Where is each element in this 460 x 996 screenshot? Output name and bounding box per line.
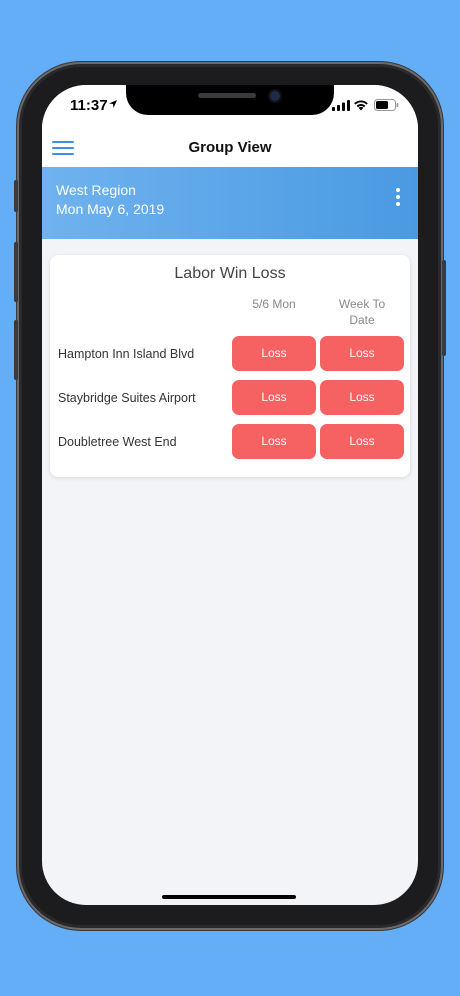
hotel-name: Staybridge Suites Airport [58,391,196,405]
day-result-button[interactable]: Loss [232,336,316,371]
region-date: Mon May 6, 2019 [56,201,165,217]
front-camera [270,91,280,101]
page-title: Group View [188,139,272,156]
speaker-grille [198,93,256,98]
week-result-button[interactable]: Loss [320,424,404,459]
battery-icon [374,99,399,111]
more-vertical-icon[interactable] [388,185,408,209]
status-time: 11:37 [70,97,108,114]
labor-win-loss-card: Labor Win Loss 5/6 Mon Week To Date Hamp… [50,255,410,477]
card-title: Labor Win Loss [174,265,286,282]
phone-screen: 11:37 Group View West Region Mon May 6, … [42,85,418,905]
volume-up-button [14,242,18,302]
mute-switch [14,180,18,212]
column-header-day: 5/6 Mon [252,297,296,311]
home-indicator[interactable] [162,895,296,899]
signal-icon [332,100,350,111]
day-result-button[interactable]: Loss [232,424,316,459]
hotel-name: Hampton Inn Island Blvd [58,347,195,361]
column-header-week: Week To Date [338,297,386,327]
status-bar: 11:37 [42,85,418,129]
hotel-name: Doubletree West End [58,435,177,449]
power-button [442,260,446,356]
week-result-button[interactable]: Loss [320,380,404,415]
notch [126,85,334,115]
week-result-button[interactable]: Loss [320,336,404,371]
region-header: West Region Mon May 6, 2019 [42,167,418,239]
region-name: West Region [56,182,136,198]
day-result-button[interactable]: Loss [232,380,316,415]
wifi-icon [354,100,368,111]
location-arrow-icon [109,100,117,108]
navigation-bar: Group View [42,129,418,167]
volume-down-button [14,320,18,380]
